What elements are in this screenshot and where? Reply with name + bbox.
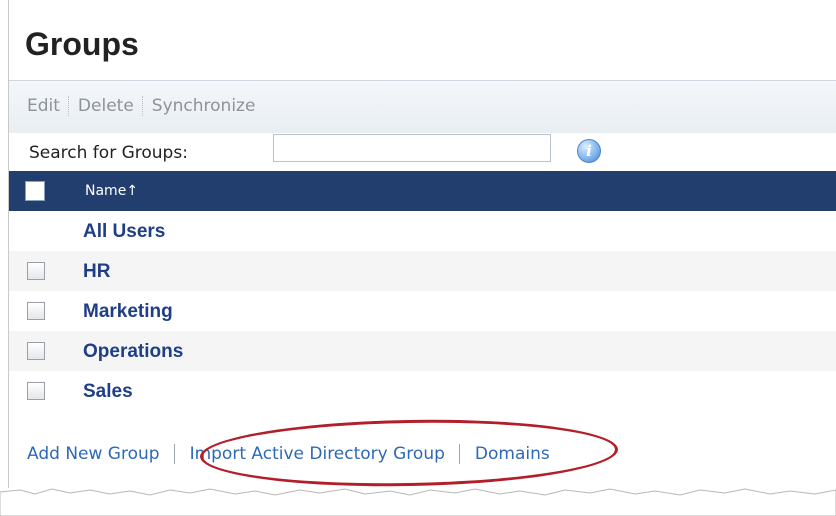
- table-row-sales: Sales: [9, 371, 836, 411]
- row-checkbox[interactable]: [27, 342, 45, 360]
- link-separator: [173, 444, 176, 464]
- search-input[interactable]: [273, 134, 551, 162]
- action-separator: [67, 96, 70, 116]
- row-checkbox[interactable]: [27, 262, 45, 280]
- table-body: All Users HR Marketing Operations Sales: [9, 211, 836, 411]
- info-icon[interactable]: i: [577, 139, 601, 163]
- delete-button[interactable]: Delete: [78, 96, 134, 116]
- sort-ascending-icon: ↑: [126, 183, 139, 199]
- name-column-label: Name: [85, 183, 127, 199]
- edit-button[interactable]: Edit: [27, 96, 60, 116]
- row-checkbox[interactable]: [27, 302, 45, 320]
- group-link-all-users[interactable]: All Users: [83, 221, 165, 243]
- synchronize-button[interactable]: Synchronize: [152, 96, 256, 116]
- group-link-marketing[interactable]: Marketing: [83, 301, 173, 323]
- groups-panel: Groups Edit Delete Synchronize Search fo…: [8, 0, 836, 490]
- select-all-cell: [9, 171, 72, 211]
- add-new-group-link[interactable]: Add New Group: [27, 444, 160, 464]
- search-label: Search for Groups:: [29, 143, 188, 163]
- row-checkbox[interactable]: [27, 382, 45, 400]
- title-bar: Groups: [9, 0, 836, 81]
- select-all-checkbox[interactable]: [25, 181, 45, 201]
- highlight-oval: [199, 416, 619, 490]
- table-header: Name↑: [9, 171, 836, 211]
- group-link-hr[interactable]: HR: [83, 261, 110, 283]
- table-row-all-users: All Users: [9, 211, 836, 251]
- group-link-sales[interactable]: Sales: [83, 381, 133, 403]
- action-bar: Edit Delete Synchronize: [27, 96, 255, 116]
- table-row-operations: Operations: [9, 331, 836, 371]
- torn-edge: [0, 488, 836, 516]
- table-row-hr: HR: [9, 251, 836, 291]
- table-row-marketing: Marketing: [9, 291, 836, 331]
- name-column-header[interactable]: Name↑: [85, 183, 138, 199]
- page-title: Groups: [25, 26, 139, 62]
- group-link-operations[interactable]: Operations: [83, 341, 183, 363]
- action-separator: [141, 96, 144, 116]
